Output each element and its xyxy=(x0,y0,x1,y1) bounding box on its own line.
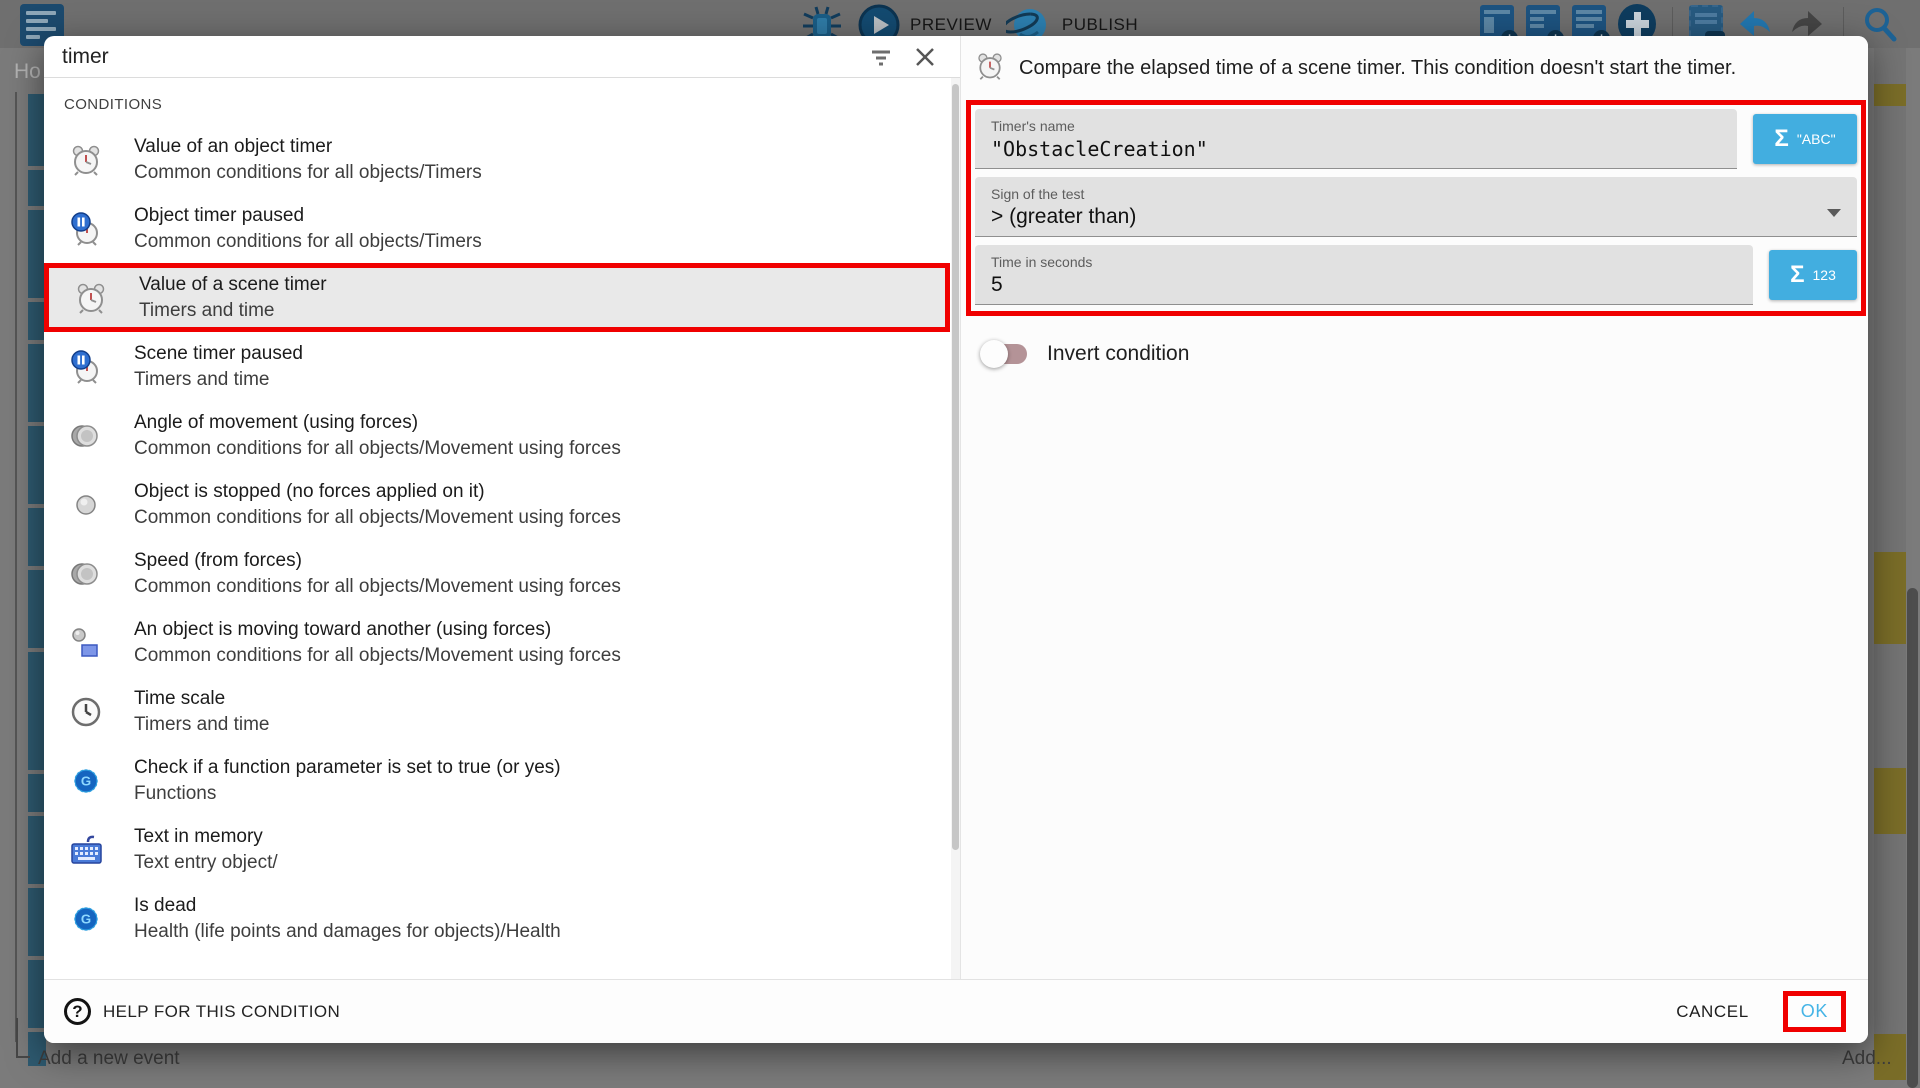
timer-name-label: Timer's name xyxy=(991,118,1721,134)
keyboard-icon xyxy=(64,832,108,868)
add-new-event-button[interactable]: Add a new event xyxy=(38,1048,180,1070)
moving-toward-icon xyxy=(64,626,108,660)
list-item[interactable]: Text in memory Text entry object/ xyxy=(44,815,950,884)
condition-group: Timers and time xyxy=(139,298,327,323)
event-tree-guide xyxy=(16,1056,30,1058)
condition-group: Common conditions for all objects/Moveme… xyxy=(134,436,621,461)
publish-label: PUBLISH xyxy=(1062,15,1138,35)
sign-of-test-label: Sign of the test xyxy=(991,186,1841,202)
search-input[interactable] xyxy=(62,45,850,69)
list-item[interactable]: Scene timer paused Timers and time xyxy=(44,332,950,401)
chevron-down-icon xyxy=(1827,209,1841,217)
highlight-block xyxy=(1874,768,1906,834)
condition-title: Angle of movement (using forces) xyxy=(134,410,621,436)
condition-group: Common conditions for all objects/Timers xyxy=(134,229,482,254)
condition-group: Common conditions for all objects/Moveme… xyxy=(134,574,621,599)
time-in-seconds-label: Time in seconds xyxy=(991,254,1737,270)
list-scrollbar[interactable] xyxy=(951,78,960,979)
condition-title: Object is stopped (no forces applied on … xyxy=(134,479,621,505)
list-item[interactable]: Object is stopped (no forces applied on … xyxy=(44,470,950,539)
condition-group: Common conditions for all objects/Moveme… xyxy=(134,505,621,530)
alarm-clock-icon xyxy=(975,51,1005,86)
condition-title: Scene timer paused xyxy=(134,341,303,367)
close-icon[interactable] xyxy=(912,44,938,70)
double-disc-icon xyxy=(64,419,108,453)
condition-group: Common conditions for all objects/Moveme… xyxy=(134,643,621,668)
condition-title: Value of a scene timer xyxy=(139,272,327,298)
timer-paused-icon xyxy=(64,350,108,384)
condition-title: Check if a function parameter is set to … xyxy=(134,755,561,781)
condition-parameters-pane: Compare the elapsed time of a scene time… xyxy=(961,36,1868,979)
list-item-selected[interactable]: Value of a scene timer Timers and time xyxy=(44,263,950,332)
double-disc-icon xyxy=(64,557,108,591)
cancel-button[interactable]: CANCEL xyxy=(1676,1002,1749,1022)
timer-name-value[interactable]: "ObstacleCreation" xyxy=(991,137,1721,161)
filter-icon[interactable] xyxy=(868,44,894,70)
condition-title: An object is moving toward another (usin… xyxy=(134,617,621,643)
condition-title: Speed (from forces) xyxy=(134,548,621,574)
highlight-block xyxy=(1874,84,1906,106)
gear-function-icon: G xyxy=(64,902,108,936)
events-scrollbar[interactable] xyxy=(1907,588,1918,1088)
condition-title: Text in memory xyxy=(134,824,278,850)
timer-name-field[interactable]: Timer's name "ObstacleCreation" xyxy=(975,109,1737,169)
conditions-section-label: CONDITIONS xyxy=(44,78,950,125)
list-item[interactable]: Angle of movement (using forces) Common … xyxy=(44,401,950,470)
alarm-clock-icon xyxy=(64,143,108,177)
sigma-icon: Σ xyxy=(1790,261,1804,289)
annotation-box-ok: OK xyxy=(1783,991,1846,1032)
add-action-button[interactable]: Add... xyxy=(1842,1048,1892,1070)
ok-button[interactable]: OK xyxy=(1801,1001,1828,1021)
condition-group: Functions xyxy=(134,781,561,806)
list-item[interactable]: Object timer paused Common conditions fo… xyxy=(44,194,950,263)
list-item[interactable]: G Is dead Health (life points and damage… xyxy=(44,884,950,953)
time-in-seconds-value[interactable]: 5 xyxy=(991,273,1737,297)
time-in-seconds-field[interactable]: Time in seconds 5 xyxy=(975,245,1753,305)
sigma-icon: Σ xyxy=(1774,125,1788,153)
home-tab[interactable]: Ho xyxy=(14,60,41,84)
annotation-box-fields: Timer's name "ObstacleCreation" Σ "ABC" … xyxy=(966,100,1866,316)
list-item[interactable]: Value of an object timer Common conditio… xyxy=(44,125,950,194)
svg-text:G: G xyxy=(81,911,91,926)
event-tree-guide xyxy=(16,1018,18,1058)
help-icon: ? xyxy=(64,998,91,1025)
condition-editor-dialog: CONDITIONS xyxy=(44,36,1868,1043)
svg-text:G: G xyxy=(81,773,91,788)
single-disc-icon xyxy=(64,488,108,522)
list-item[interactable]: Speed (from forces) Common conditions fo… xyxy=(44,539,950,608)
condition-group: Timers and time xyxy=(134,712,270,737)
alarm-clock-icon xyxy=(69,281,113,315)
help-button[interactable]: ? HELP FOR THIS CONDITION xyxy=(64,998,340,1025)
number-expression-button[interactable]: Σ 123 xyxy=(1769,250,1857,300)
preview-label: PREVIEW xyxy=(910,15,992,35)
condition-group: Common conditions for all objects/Timers xyxy=(134,160,482,185)
condition-title: Value of an object timer xyxy=(134,134,482,160)
condition-group: Timers and time xyxy=(134,367,303,392)
condition-title: Time scale xyxy=(134,686,270,712)
search-bar xyxy=(44,36,960,78)
invert-condition-label: Invert condition xyxy=(1047,342,1189,366)
condition-group: Text entry object/ xyxy=(134,850,278,875)
highlight-block xyxy=(1874,552,1906,644)
clock-icon xyxy=(64,695,108,729)
list-item[interactable]: Time scale Timers and time xyxy=(44,677,950,746)
dialog-footer: ? HELP FOR THIS CONDITION CANCEL OK xyxy=(44,979,1868,1043)
condition-list-pane: CONDITIONS xyxy=(44,36,961,979)
conditions-list: CONDITIONS xyxy=(44,78,960,979)
sign-of-test-select[interactable]: Sign of the test > (greater than) xyxy=(975,177,1857,237)
condition-group: Health (life points and damages for obje… xyxy=(134,919,561,944)
sign-of-test-value: > (greater than) xyxy=(991,205,1841,229)
list-item[interactable]: G Check if a function parameter is set t… xyxy=(44,746,950,815)
string-expression-button[interactable]: Σ "ABC" xyxy=(1753,114,1857,164)
timer-paused-icon xyxy=(64,212,108,246)
condition-title: Object timer paused xyxy=(134,203,482,229)
list-item[interactable]: An object is moving toward another (usin… xyxy=(44,608,950,677)
condition-description: Compare the elapsed time of a scene time… xyxy=(1019,57,1736,80)
gear-function-icon: G xyxy=(64,764,108,798)
event-tree-guide xyxy=(15,92,17,1042)
invert-condition-toggle[interactable] xyxy=(983,344,1027,364)
condition-title: Is dead xyxy=(134,893,561,919)
